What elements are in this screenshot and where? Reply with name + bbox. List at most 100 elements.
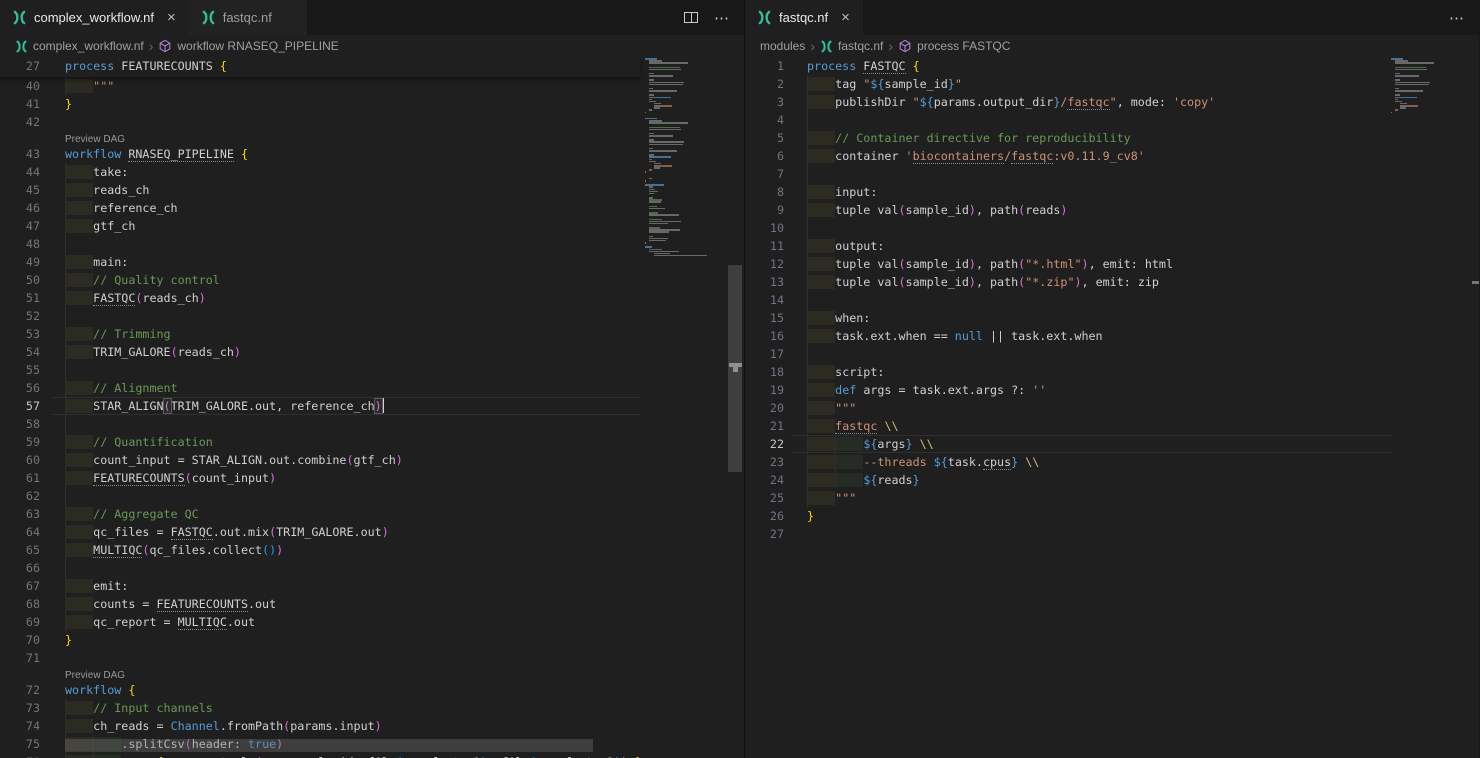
code-line-content[interactable]: MULTIQC(qc_files.collect()): [52, 541, 639, 559]
code-line-15[interactable]: 15 when:: [745, 309, 1391, 327]
sticky-line[interactable]: 27process FEATURECOUNTS {: [0, 57, 640, 76]
code-line-2[interactable]: 2 tag "${sample_id}": [745, 75, 1391, 93]
code-line-content[interactable]: reads_ch: [52, 181, 639, 199]
line-number[interactable]: 56: [0, 379, 52, 397]
line-number[interactable]: 46: [0, 199, 52, 217]
code-line-49[interactable]: 49 main:: [0, 253, 639, 271]
line-number[interactable]: 47: [0, 217, 52, 235]
line-number[interactable]: 55: [0, 361, 52, 379]
line-number[interactable]: 70: [0, 631, 52, 649]
code-line-content[interactable]: """: [52, 77, 639, 95]
line-number[interactable]: 75: [0, 735, 52, 753]
code-line-content[interactable]: FEATURECOUNTS(count_input): [52, 469, 639, 487]
line-number[interactable]: 9: [745, 201, 793, 219]
code-line-62[interactable]: 62: [0, 487, 639, 505]
line-number[interactable]: 51: [0, 289, 52, 307]
code-line-content[interactable]: [52, 235, 639, 253]
code-line-53[interactable]: 53 // Trimming: [0, 325, 639, 343]
line-number[interactable]: 22: [745, 435, 793, 453]
code-line-43[interactable]: 43workflow RNASEQ_PIPELINE {: [0, 145, 639, 163]
minimap[interactable]: [645, 58, 727, 257]
line-number[interactable]: 54: [0, 343, 52, 361]
code-line-content[interactable]: // Aggregate QC: [52, 505, 639, 523]
code-line-content[interactable]: [793, 525, 1391, 543]
code-line-18[interactable]: 18 script:: [745, 363, 1391, 381]
close-icon[interactable]: ×: [841, 10, 850, 25]
line-number[interactable]: 12: [745, 255, 793, 273]
line-number[interactable]: 20: [745, 399, 793, 417]
code-line-content[interactable]: count_input = STAR_ALIGN.out.combine(gtf…: [52, 451, 639, 469]
code-line-13[interactable]: 13 tuple val(sample_id), path("*.zip"), …: [745, 273, 1391, 291]
line-number[interactable]: 45: [0, 181, 52, 199]
line-number[interactable]: 43: [0, 145, 52, 163]
line-number[interactable]: 65: [0, 541, 52, 559]
code-line-content[interactable]: }: [52, 631, 639, 649]
code-line-content[interactable]: .map { row -> tuple(row.sample_id, file(…: [52, 753, 639, 758]
code-line-content[interactable]: main:: [52, 253, 639, 271]
line-number[interactable]: 50: [0, 271, 52, 289]
code-line-46[interactable]: 46 reference_ch: [0, 199, 639, 217]
code-line-44[interactable]: 44 take:: [0, 163, 639, 181]
code-line-content[interactable]: // Trimming: [52, 325, 639, 343]
code-line-content[interactable]: [52, 559, 639, 577]
code-line-40[interactable]: 40 """: [0, 77, 639, 95]
code-line-content[interactable]: [793, 165, 1391, 183]
code-line-content[interactable]: ${reads}: [793, 471, 1391, 489]
line-number[interactable]: 26: [745, 507, 793, 525]
line-number[interactable]: 62: [0, 487, 52, 505]
line-number[interactable]: 2: [745, 75, 793, 93]
breadcrumb-item[interactable]: complex_workflow.nf: [15, 39, 144, 53]
code-line-55[interactable]: 55: [0, 361, 639, 379]
code-line-content[interactable]: take:: [52, 163, 639, 181]
line-number[interactable]: 15: [745, 309, 793, 327]
code-line-14[interactable]: 14: [745, 291, 1391, 309]
code-line-content[interactable]: [52, 113, 639, 131]
code-line-content[interactable]: [793, 345, 1391, 363]
line-number[interactable]: 24: [745, 471, 793, 489]
line-number[interactable]: 71: [0, 649, 52, 667]
code-line-content[interactable]: [52, 361, 639, 379]
code-line-content[interactable]: // Container directive for reproducibili…: [793, 129, 1391, 147]
code-line-56[interactable]: 56 // Alignment: [0, 379, 639, 397]
line-number[interactable]: 23: [745, 453, 793, 471]
codelens-label[interactable]: Preview DAG: [52, 131, 639, 145]
code-line-8[interactable]: 8 input:: [745, 183, 1391, 201]
code-line-12[interactable]: 12 tuple val(sample_id), path("*.html"),…: [745, 255, 1391, 273]
code-line-content[interactable]: emit:: [52, 577, 639, 595]
line-number[interactable]: 44: [0, 163, 52, 181]
code-line-content[interactable]: [52, 649, 639, 667]
code-line-58[interactable]: 58: [0, 415, 639, 433]
horizontal-scrollbar-thumb[interactable]: [65, 739, 593, 752]
line-number[interactable]: 60: [0, 451, 52, 469]
code-line-5[interactable]: 5 // Container directive for reproducibi…: [745, 129, 1391, 147]
split-editor-icon[interactable]: [684, 12, 698, 23]
sticky-scroll-line[interactable]: 27process FEATURECOUNTS {: [0, 57, 640, 77]
code-line-70[interactable]: 70}: [0, 631, 639, 649]
code-line-4[interactable]: 4: [745, 111, 1391, 129]
code-line-10[interactable]: 10: [745, 219, 1391, 237]
line-number[interactable]: 4: [745, 111, 793, 129]
minimap[interactable]: [1391, 58, 1453, 116]
line-number[interactable]: 68: [0, 595, 52, 613]
line-number[interactable]: 72: [0, 681, 52, 699]
code-line-content[interactable]: [52, 307, 639, 325]
code-line-7[interactable]: 7: [745, 165, 1391, 183]
code-line-content[interactable]: reference_ch: [52, 199, 639, 217]
code-line-64[interactable]: 64 qc_files = FASTQC.out.mix(TRIM_GALORE…: [0, 523, 639, 541]
code-line-25[interactable]: 25 """: [745, 489, 1391, 507]
line-number[interactable]: 57: [0, 397, 52, 415]
code-line-51[interactable]: 51 FASTQC(reads_ch): [0, 289, 639, 307]
code-line-content[interactable]: [52, 487, 639, 505]
code-line-16[interactable]: 16 task.ext.when == null || task.ext.whe…: [745, 327, 1391, 345]
code-line-9[interactable]: 9 tuple val(sample_id), path(reads): [745, 201, 1391, 219]
code-line-content[interactable]: STAR_ALIGN(TRIM_GALORE.out, reference_ch…: [52, 397, 639, 415]
line-number[interactable]: 13: [745, 273, 793, 291]
line-number[interactable]: 6: [745, 147, 793, 165]
code-line-content[interactable]: [52, 415, 639, 433]
close-icon[interactable]: ×: [167, 10, 176, 25]
line-number[interactable]: 7: [745, 165, 793, 183]
code-line-content[interactable]: """: [793, 399, 1391, 417]
code-line-content[interactable]: when:: [793, 309, 1391, 327]
tab-fastqc-nf[interactable]: fastqc.nf×: [189, 0, 307, 35]
line-number[interactable]: 18: [745, 363, 793, 381]
